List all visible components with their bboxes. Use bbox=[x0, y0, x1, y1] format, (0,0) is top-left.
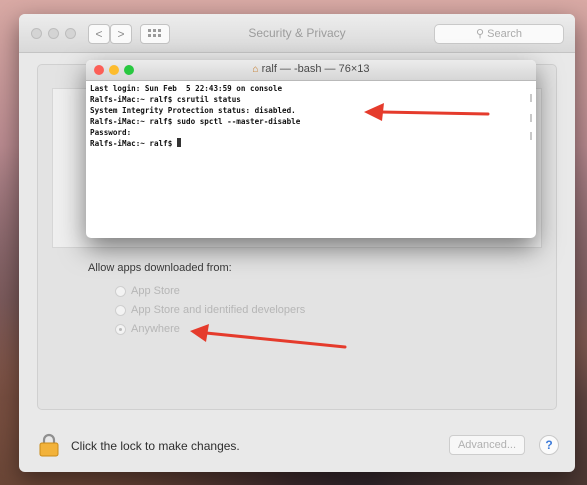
annotation-arrows bbox=[190, 103, 490, 349]
arrow-to-anywhere-option bbox=[190, 324, 347, 349]
arrow-to-sip-status bbox=[364, 103, 490, 121]
